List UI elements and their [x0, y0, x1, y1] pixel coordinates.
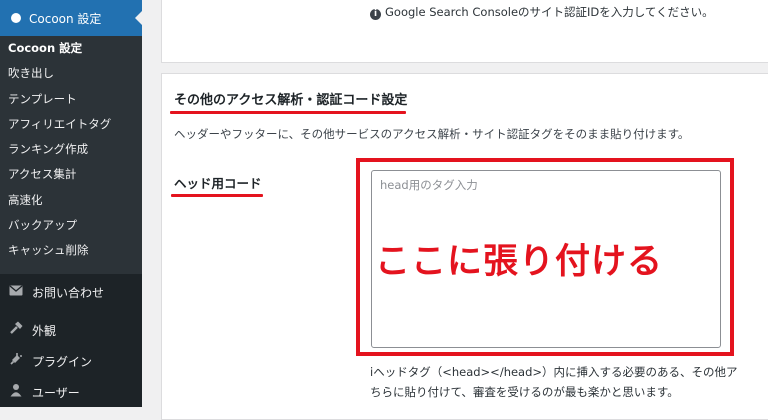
- submenu-affiliate-tag[interactable]: アフィリエイトタグ: [0, 112, 142, 137]
- section-description: ヘッダーやフッターに、その他サービスのアクセス解析・サイト認証タグをそのまま貼り…: [174, 127, 690, 141]
- submenu-speedup[interactable]: 高速化: [0, 188, 142, 213]
- menu-cocoon-settings[interactable]: Cocoon 設定: [0, 0, 142, 36]
- menu-appearance-label: 外観: [32, 323, 57, 338]
- section-title: その他のアクセス解析・認証コード設定: [174, 93, 408, 108]
- menu-users[interactable]: ユーザー: [0, 377, 142, 407]
- user-icon: [8, 383, 24, 401]
- label-underline-annotation: [171, 194, 263, 197]
- mail-icon: [8, 285, 24, 300]
- cocoon-icon: [11, 13, 21, 23]
- menu-plugins-label: プラグイン: [32, 354, 93, 369]
- menu-contact[interactable]: お問い合わせ: [0, 277, 142, 307]
- head-code-note: iヘッドタグ（<head></head>）内に挿入する必要のある、その他ア ちら…: [370, 362, 738, 402]
- submenu-cache-clear[interactable]: キャッシュ削除: [0, 238, 142, 263]
- submenu-backup[interactable]: バックアップ: [0, 213, 142, 238]
- menu-users-label: ユーザー: [32, 385, 80, 400]
- hammer-icon: [8, 321, 24, 339]
- cocoon-submenu: Cocoon 設定 吹き出し テンプレート アフィリエイトタグ ランキング作成 …: [0, 36, 142, 274]
- menu-plugins[interactable]: プラグイン: [0, 346, 142, 376]
- info-icon: i: [370, 9, 381, 20]
- head-code-label: ヘッド用コード: [174, 176, 262, 191]
- head-code-note-line2: ちらに貼り付けて、審査を受けるのが最も楽かと思います。: [370, 385, 679, 399]
- search-console-hint: i Google Search Consoleのサイト認証IDを入力してください。: [370, 4, 714, 20]
- menu-contact-label: お問い合わせ: [32, 285, 105, 300]
- submenu-template[interactable]: テンプレート: [0, 87, 142, 112]
- menu-cocoon-settings-label: Cocoon 設定: [29, 11, 102, 26]
- search-console-hint-text: Google Search Consoleのサイト認証IDを入力してください。: [385, 5, 714, 19]
- submenu-cocoon-settings[interactable]: Cocoon 設定: [0, 36, 142, 61]
- head-code-note-line1: iヘッドタグ（<head></head>）内に挿入する必要のある、その他ア: [370, 362, 738, 382]
- plugin-icon: [8, 352, 24, 370]
- submenu-speech-balloon[interactable]: 吹き出し: [0, 61, 142, 86]
- title-underline-annotation: [170, 111, 406, 114]
- paste-here-callout: ここに張り付ける: [375, 242, 664, 282]
- menu-appearance[interactable]: 外観: [0, 315, 142, 345]
- admin-sidebar: Cocoon 設定 Cocoon 設定 吹き出し テンプレート アフィリエイトタ…: [0, 0, 142, 407]
- submenu-ranking[interactable]: ランキング作成: [0, 137, 142, 162]
- head-code-note-line1-text: ヘッドタグ（<head></head>）内に挿入する必要のある、その他ア: [373, 365, 738, 379]
- submenu-access-count[interactable]: アクセス集計: [0, 162, 142, 187]
